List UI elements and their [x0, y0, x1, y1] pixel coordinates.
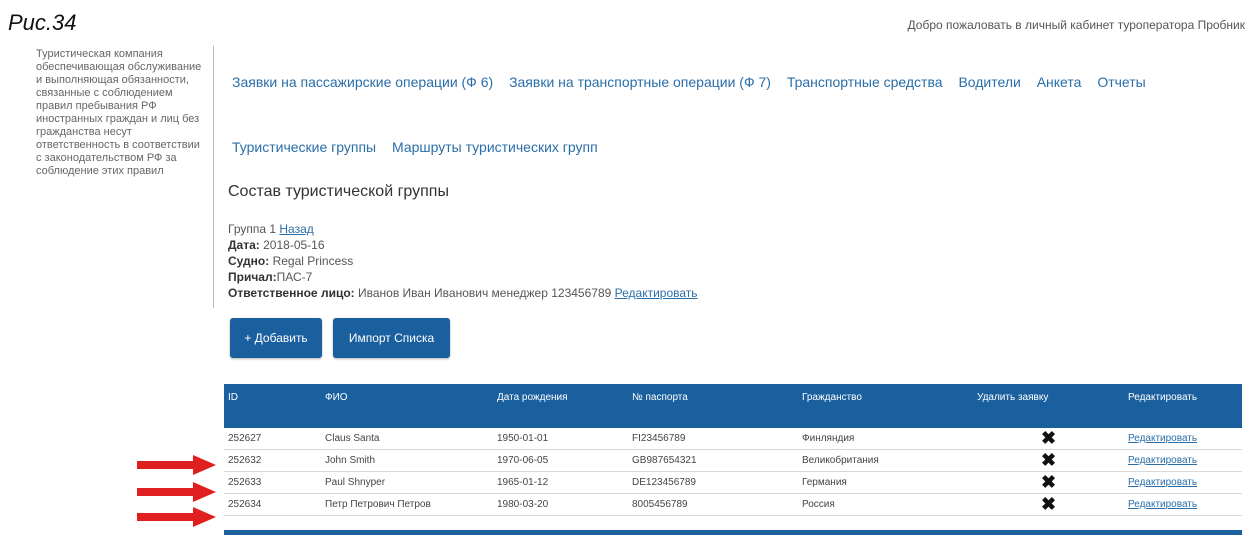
cell-birthdate: 1980-03-20 [493, 493, 628, 516]
table-row: 252633 Paul Shnyper 1965-01-12 DE1234567… [224, 471, 1242, 494]
edit-responsible-link[interactable]: Редактировать [615, 286, 698, 300]
nav-vehicles[interactable]: Транспортные средства [787, 74, 943, 90]
date-label: Дата: [228, 238, 260, 252]
cell-citizenship: Финляндия [798, 428, 973, 450]
cell-name: Петр Петрович Петров [321, 493, 493, 516]
cell-birthdate: 1970-06-05 [493, 449, 628, 472]
cell-citizenship: Великобритания [798, 449, 973, 472]
delete-icon[interactable]: ✖ [973, 493, 1124, 516]
col-header-passport: № паспорта [632, 392, 688, 403]
cell-passport: DE123456789 [628, 471, 798, 494]
delete-icon[interactable]: ✖ [973, 428, 1124, 450]
add-button[interactable]: + Добавить [230, 318, 322, 358]
col-header-name: ФИО [325, 392, 348, 403]
nav-tourist-groups[interactable]: Туристические группы [232, 139, 376, 155]
figure-caption: Рис.34 [8, 10, 77, 35]
ship-value: Regal Princess [272, 254, 354, 268]
cell-citizenship: Германия [798, 471, 973, 494]
back-link[interactable]: Назад [279, 222, 313, 236]
edit-link[interactable]: Редактировать [1124, 471, 1242, 494]
table-header-row: ID ФИО Дата рождения № паспорта Гражданс… [224, 384, 1242, 428]
cell-name: Claus Santa [321, 428, 493, 450]
delete-icon[interactable]: ✖ [973, 449, 1124, 472]
cell-birthdate: 1965-01-12 [493, 471, 628, 494]
table-row: 252632 John Smith 1970-06-05 GB987654321… [224, 449, 1242, 472]
import-list-button[interactable]: Импорт Списка [333, 318, 450, 358]
nav-transport-requests[interactable]: Заявки на транспортные операции (Ф 7) [509, 74, 771, 90]
col-header-id: ID [228, 392, 238, 403]
col-header-citizenship: Гражданство [802, 392, 862, 403]
page-title: Состав туристической группы [228, 183, 449, 200]
edit-link[interactable]: Редактировать [1124, 493, 1242, 516]
cell-name: John Smith [321, 449, 493, 472]
group-label: Группа 1 [228, 222, 277, 236]
sub-nav: Туристические группы Маршруты туристичес… [232, 139, 610, 155]
berth-label: Причал: [228, 270, 277, 284]
sidebar-description: Туристическая компания обеспечивающая об… [36, 48, 202, 177]
welcome-message: Добро пожаловать в личный кабинет туропе… [907, 18, 1245, 32]
tourists-table: ID ФИО Дата рождения № паспорта Гражданс… [224, 384, 1242, 516]
responsible-value: Иванов Иван Иванович менеджер 123456789 [358, 286, 612, 300]
col-header-edit: Редактировать [1128, 392, 1198, 403]
cell-name: Paul Shnyper [321, 471, 493, 494]
ship-label: Судно: [228, 254, 270, 268]
date-value: 2018-05-16 [263, 238, 325, 252]
cell-citizenship: Россия [798, 493, 973, 516]
red-arrow-icon [137, 455, 216, 475]
cell-id: 252632 [224, 449, 321, 472]
nav-reports[interactable]: Отчеты [1097, 74, 1145, 90]
berth-value: ПАС-7 [276, 270, 313, 284]
edit-link[interactable]: Редактировать [1124, 428, 1242, 450]
cell-passport: 8005456789 [628, 493, 798, 516]
delete-icon[interactable]: ✖ [973, 471, 1124, 494]
col-header-delete: Удалить заявку [977, 392, 1049, 403]
edit-link[interactable]: Редактировать [1124, 449, 1242, 472]
nav-passenger-requests[interactable]: Заявки на пассажирские операции (Ф 6) [232, 74, 493, 90]
cell-passport: GB987654321 [628, 449, 798, 472]
nav-drivers[interactable]: Водители [958, 74, 1020, 90]
table-footer-bar [224, 530, 1242, 535]
sidebar-divider [213, 46, 214, 308]
cell-passport: FI23456789 [628, 428, 798, 450]
responsible-label: Ответственное лицо: [228, 286, 355, 300]
cell-id: 252633 [224, 471, 321, 494]
group-info: Группа 1 Назад Дата: 2018-05-16 Судно: R… [228, 221, 698, 301]
col-header-birthdate: Дата рождения [497, 392, 568, 403]
cell-id: 252634 [224, 493, 321, 516]
cell-birthdate: 1950-01-01 [493, 428, 628, 450]
red-arrow-icon [137, 507, 216, 527]
main-nav: Заявки на пассажирские операции (Ф 6) За… [232, 74, 1158, 90]
red-arrow-icon [137, 482, 216, 502]
cell-id: 252627 [224, 428, 321, 450]
nav-questionnaire[interactable]: Анкета [1037, 74, 1082, 90]
nav-group-routes[interactable]: Маршруты туристических групп [392, 139, 598, 155]
table-row: 252634 Петр Петрович Петров 1980-03-20 8… [224, 493, 1242, 516]
table-row: 252627 Claus Santa 1950-01-01 FI23456789… [224, 428, 1242, 450]
